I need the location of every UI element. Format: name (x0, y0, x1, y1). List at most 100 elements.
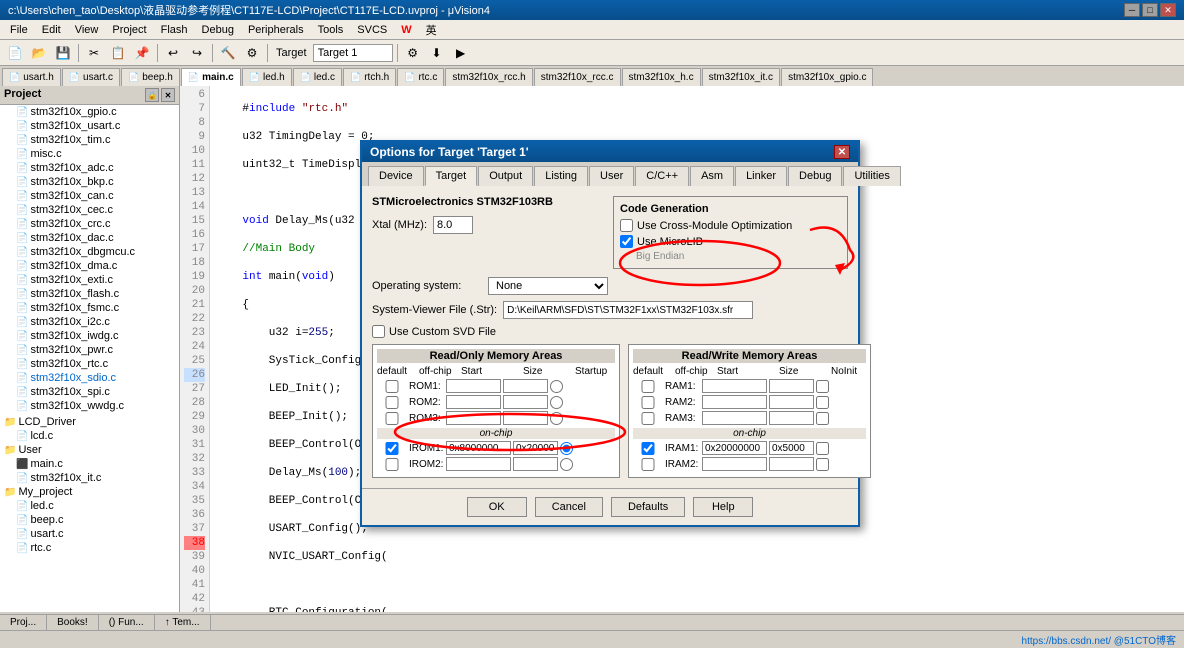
iram1-row: IRAM1: (633, 441, 866, 455)
read-write-header: default off-chip Start Size NoInit (633, 366, 866, 377)
rom1-start[interactable] (446, 379, 501, 393)
dialog-body: STMicroelectronics STM32F103RB Xtal (MHz… (362, 186, 858, 488)
help-button[interactable]: Help (693, 497, 753, 517)
os-select[interactable]: None (488, 277, 608, 295)
cancel-button[interactable]: Cancel (535, 497, 603, 517)
irom2-start[interactable] (446, 457, 511, 471)
iram2-noinit[interactable] (816, 458, 829, 471)
status-right: https://bbs.csdn.net/ @51CTO博客 (1022, 632, 1176, 647)
bottom-tab-proj[interactable]: Proj... (0, 615, 47, 630)
tab-listing[interactable]: Listing (534, 166, 588, 186)
iram2-default-check[interactable] (633, 458, 663, 471)
rom2-default-check[interactable] (377, 396, 407, 409)
ok-button[interactable]: OK (467, 497, 527, 517)
rom1-row: ROM1: (377, 379, 615, 393)
read-write-title: Read/Write Memory Areas (633, 349, 866, 363)
cross-module-check[interactable] (620, 219, 633, 232)
ram3-default-check[interactable] (633, 412, 663, 425)
irom1-default-check[interactable] (377, 442, 407, 455)
rom1-default-check[interactable] (377, 380, 407, 393)
rom3-size[interactable] (503, 411, 548, 425)
bottom-tab-books[interactable]: Books! (47, 615, 99, 630)
read-only-title: Read/Only Memory Areas (377, 349, 615, 363)
custom-svd-row: Use Custom SVD File (372, 325, 848, 338)
custom-svd-check[interactable] (372, 325, 385, 338)
ram1-default-check[interactable] (633, 380, 663, 393)
sviewer-input[interactable] (503, 301, 753, 319)
tab-device[interactable]: Device (368, 166, 424, 186)
tab-asm[interactable]: Asm (690, 166, 734, 186)
iram1-start[interactable] (702, 441, 767, 455)
rom2-startup[interactable] (550, 396, 563, 409)
tab-user[interactable]: User (589, 166, 634, 186)
ro-col-startup: Startup (575, 366, 615, 377)
iram1-noinit[interactable] (816, 442, 829, 455)
ram2-size[interactable] (769, 395, 814, 409)
rom1-size[interactable] (503, 379, 548, 393)
irom1-start[interactable] (446, 441, 511, 455)
big-endian-label: Big Endian (636, 251, 841, 262)
microlib-check[interactable] (620, 235, 633, 248)
xtal-label: Xtal (MHz): (372, 219, 427, 231)
rw-col-default: default (633, 366, 673, 377)
irom2-default-check[interactable] (377, 458, 407, 471)
ram2-default-check[interactable] (633, 396, 663, 409)
bottom-tab-fun[interactable]: () Fun... (99, 615, 155, 630)
iram1-default-check[interactable] (633, 442, 663, 455)
xtal-input[interactable] (433, 216, 473, 234)
rom3-row: ROM3: (377, 411, 615, 425)
status-bar: https://bbs.csdn.net/ @51CTO博客 (0, 630, 1184, 648)
tab-target[interactable]: Target (425, 166, 478, 186)
tab-debug[interactable]: Debug (788, 166, 842, 186)
cross-module-label: Use Cross-Module Optimization (637, 220, 792, 232)
dialog-close-btn[interactable]: ✕ (834, 145, 850, 159)
code-gen-box: Code Generation Use Cross-Module Optimiz… (613, 196, 848, 269)
rom3-default-check[interactable] (377, 412, 407, 425)
rom3-startup[interactable] (550, 412, 563, 425)
ram3-size[interactable] (769, 411, 814, 425)
ram1-size[interactable] (769, 379, 814, 393)
rom3-start[interactable] (446, 411, 501, 425)
tab-output[interactable]: Output (478, 166, 533, 186)
rom2-label: ROM2: (409, 397, 444, 408)
cross-module-row: Use Cross-Module Optimization (620, 219, 841, 232)
ram1-row: RAM1: (633, 379, 866, 393)
ram1-noinit[interactable] (816, 380, 829, 393)
irom2-startup[interactable] (560, 458, 573, 471)
ram3-noinit[interactable] (816, 412, 829, 425)
rom2-size[interactable] (503, 395, 548, 409)
ram3-start[interactable] (702, 411, 767, 425)
ram2-start[interactable] (702, 395, 767, 409)
rom3-label: ROM3: (409, 413, 444, 424)
ram2-noinit[interactable] (816, 396, 829, 409)
dialog-overlay: Options for Target 'Target 1' ✕ Device T… (0, 0, 1184, 648)
irom1-size[interactable] (513, 441, 558, 455)
ro-col-start: Start (461, 366, 521, 377)
iram2-size[interactable] (769, 457, 814, 471)
defaults-button[interactable]: Defaults (611, 497, 685, 517)
ram3-row: RAM3: (633, 411, 866, 425)
iram2-start[interactable] (702, 457, 767, 471)
rw-col-start: Start (717, 366, 777, 377)
rw-col-size: Size (779, 366, 829, 377)
irom1-startup[interactable] (560, 442, 573, 455)
bottom-tab-tem[interactable]: ↑ Tem... (155, 615, 211, 630)
ro-onchip-label: on-chip (377, 428, 615, 439)
ram1-start[interactable] (702, 379, 767, 393)
tab-cc[interactable]: C/C++ (635, 166, 689, 186)
irom2-label: IROM2: (409, 459, 444, 470)
read-only-box: Read/Only Memory Areas default off-chip … (372, 344, 620, 478)
iram1-label: IRAM1: (665, 443, 700, 454)
irom2-size[interactable] (513, 457, 558, 471)
tab-utilities[interactable]: Utilities (843, 166, 900, 186)
tab-linker[interactable]: Linker (735, 166, 787, 186)
rom2-row: ROM2: (377, 395, 615, 409)
iram1-size[interactable] (769, 441, 814, 455)
rom2-start[interactable] (446, 395, 501, 409)
rom1-startup[interactable] (550, 380, 563, 393)
options-dialog: Options for Target 'Target 1' ✕ Device T… (360, 140, 860, 527)
microlib-row: Use MicroLIB (620, 235, 841, 248)
iram2-row: IRAM2: (633, 457, 866, 471)
xtal-row: Xtal (MHz): (372, 216, 593, 234)
read-only-header: default off-chip Start Size Startup (377, 366, 615, 377)
